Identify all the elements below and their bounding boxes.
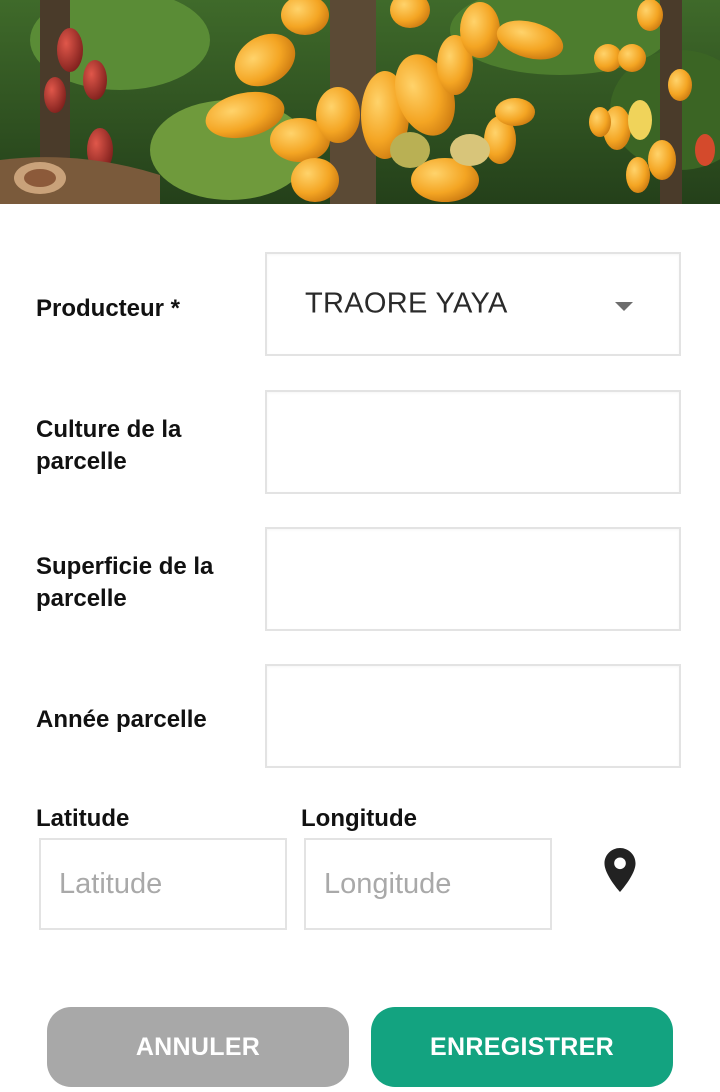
superficie-label: Superficie de la parcelle — [36, 553, 214, 612]
producer-label: Producteur * — [36, 295, 181, 322]
producer-selected-value: TRAORE YAYA — [305, 287, 508, 320]
annee-label: Année parcelle — [36, 706, 207, 733]
producer-select[interactable]: TRAORE YAYA — [265, 252, 681, 356]
longitude-field[interactable] — [304, 838, 552, 930]
get-location-button[interactable] — [600, 846, 640, 894]
map-pin-icon — [604, 848, 636, 892]
latitude-field[interactable] — [39, 838, 287, 930]
annee-field[interactable] — [265, 664, 681, 768]
superficie-input[interactable] — [267, 529, 679, 629]
caret-down-icon — [615, 302, 633, 311]
cancel-button[interactable]: ANNULER — [47, 1007, 349, 1087]
culture-input[interactable] — [267, 392, 679, 492]
header-photo — [0, 0, 720, 204]
parcel-form-screen: Producteur * TRAORE YAYA Culture de la p… — [0, 0, 720, 1092]
annee-input[interactable] — [267, 666, 679, 766]
culture-field[interactable] — [265, 390, 681, 494]
culture-label: Culture de la parcelle — [36, 416, 182, 475]
latitude-label: Latitude — [36, 805, 130, 832]
latitude-input[interactable] — [41, 840, 285, 928]
cacao-pods-image — [0, 0, 720, 204]
superficie-field[interactable] — [265, 527, 681, 631]
longitude-input[interactable] — [306, 840, 550, 928]
save-button[interactable]: ENREGISTRER — [371, 1007, 673, 1087]
longitude-label: Longitude — [301, 805, 417, 832]
